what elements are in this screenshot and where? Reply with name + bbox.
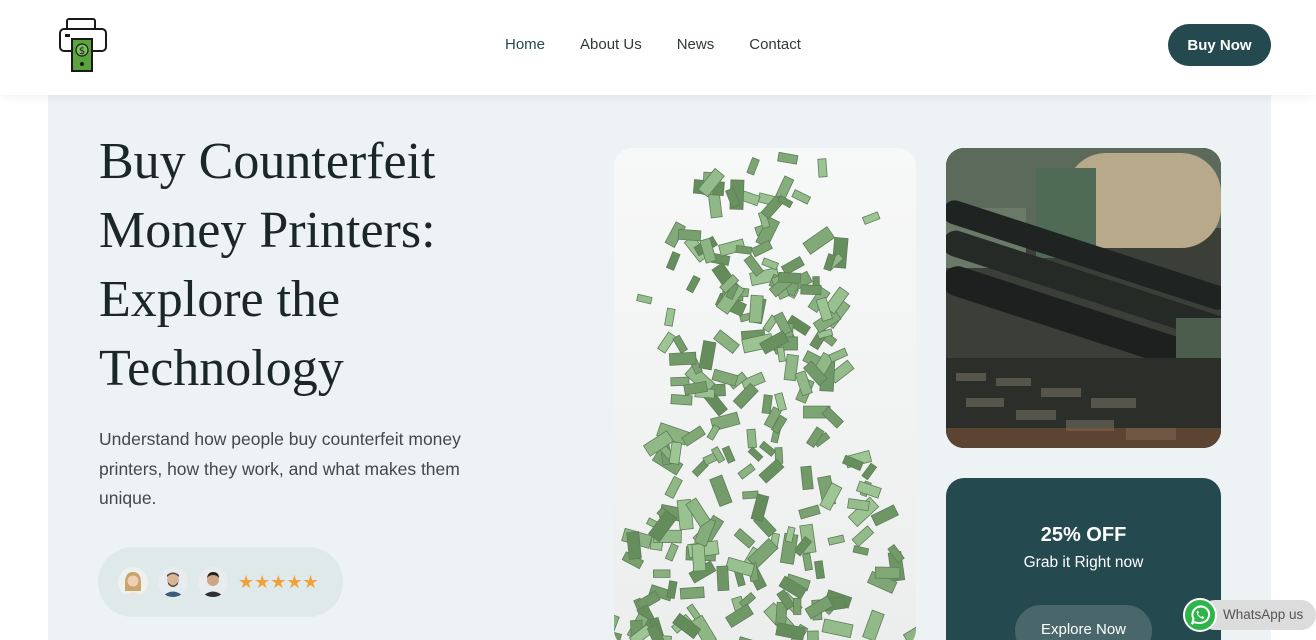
banknote xyxy=(691,543,707,572)
banknote xyxy=(800,465,814,491)
banknote xyxy=(761,394,773,415)
site-header: $ Home About Us News Contact Buy Now xyxy=(0,0,1316,95)
nav-contact[interactable]: Contact xyxy=(749,35,801,55)
hero-subtitle: Understand how people buy counterfeit mo… xyxy=(99,429,461,508)
printing-press-image xyxy=(946,148,1221,448)
avatar-man-beard xyxy=(158,567,188,597)
banknote xyxy=(679,586,705,600)
banknote xyxy=(800,284,822,296)
banknote xyxy=(677,228,702,242)
main-nav: Home About Us News Contact xyxy=(505,35,801,55)
whatsapp-widget[interactable]: WhatsApp us xyxy=(1182,597,1316,633)
offer-subtitle: Grab it Right now xyxy=(1023,554,1144,571)
rating-badge: ★★★★★ xyxy=(98,547,343,617)
banknote xyxy=(653,569,671,578)
whatsapp-icon[interactable] xyxy=(1182,597,1218,633)
banknote xyxy=(716,565,730,592)
falling-money-image xyxy=(614,148,916,640)
money-printer-logo-icon[interactable]: $ xyxy=(58,17,108,73)
banknote xyxy=(746,428,758,449)
banknote xyxy=(793,597,802,615)
whatsapp-label[interactable]: WhatsApp us xyxy=(1223,607,1303,622)
banknote xyxy=(748,294,764,324)
avatar-woman xyxy=(118,567,148,597)
banknote xyxy=(874,566,901,579)
hero-section: Buy Counterfeit Money Printers: Explore … xyxy=(48,95,1271,640)
banknote xyxy=(807,630,820,640)
explore-now-button[interactable]: Explore Now xyxy=(1015,605,1152,640)
banknote xyxy=(668,351,697,366)
nav-about-us[interactable]: About Us xyxy=(580,35,642,55)
svg-text:$: $ xyxy=(79,46,85,57)
nav-home[interactable]: Home xyxy=(505,35,545,55)
nav-news[interactable]: News xyxy=(677,35,715,55)
hero-title: Buy Counterfeit Money Printers: Explore … xyxy=(99,133,436,397)
rating-stars-icon: ★★★★★ xyxy=(238,572,319,592)
avatar-man xyxy=(198,567,228,597)
offer-card: 25% OFF Grab it Right now Explore Now xyxy=(946,478,1221,640)
banknote xyxy=(742,490,759,500)
banknote xyxy=(817,158,828,178)
offer-title: 25% OFF xyxy=(1040,524,1127,546)
banknote xyxy=(670,393,693,406)
banknote xyxy=(626,531,642,560)
buy-now-button[interactable]: Buy Now xyxy=(1168,24,1271,66)
banknote xyxy=(735,245,753,255)
banknote xyxy=(778,271,802,284)
